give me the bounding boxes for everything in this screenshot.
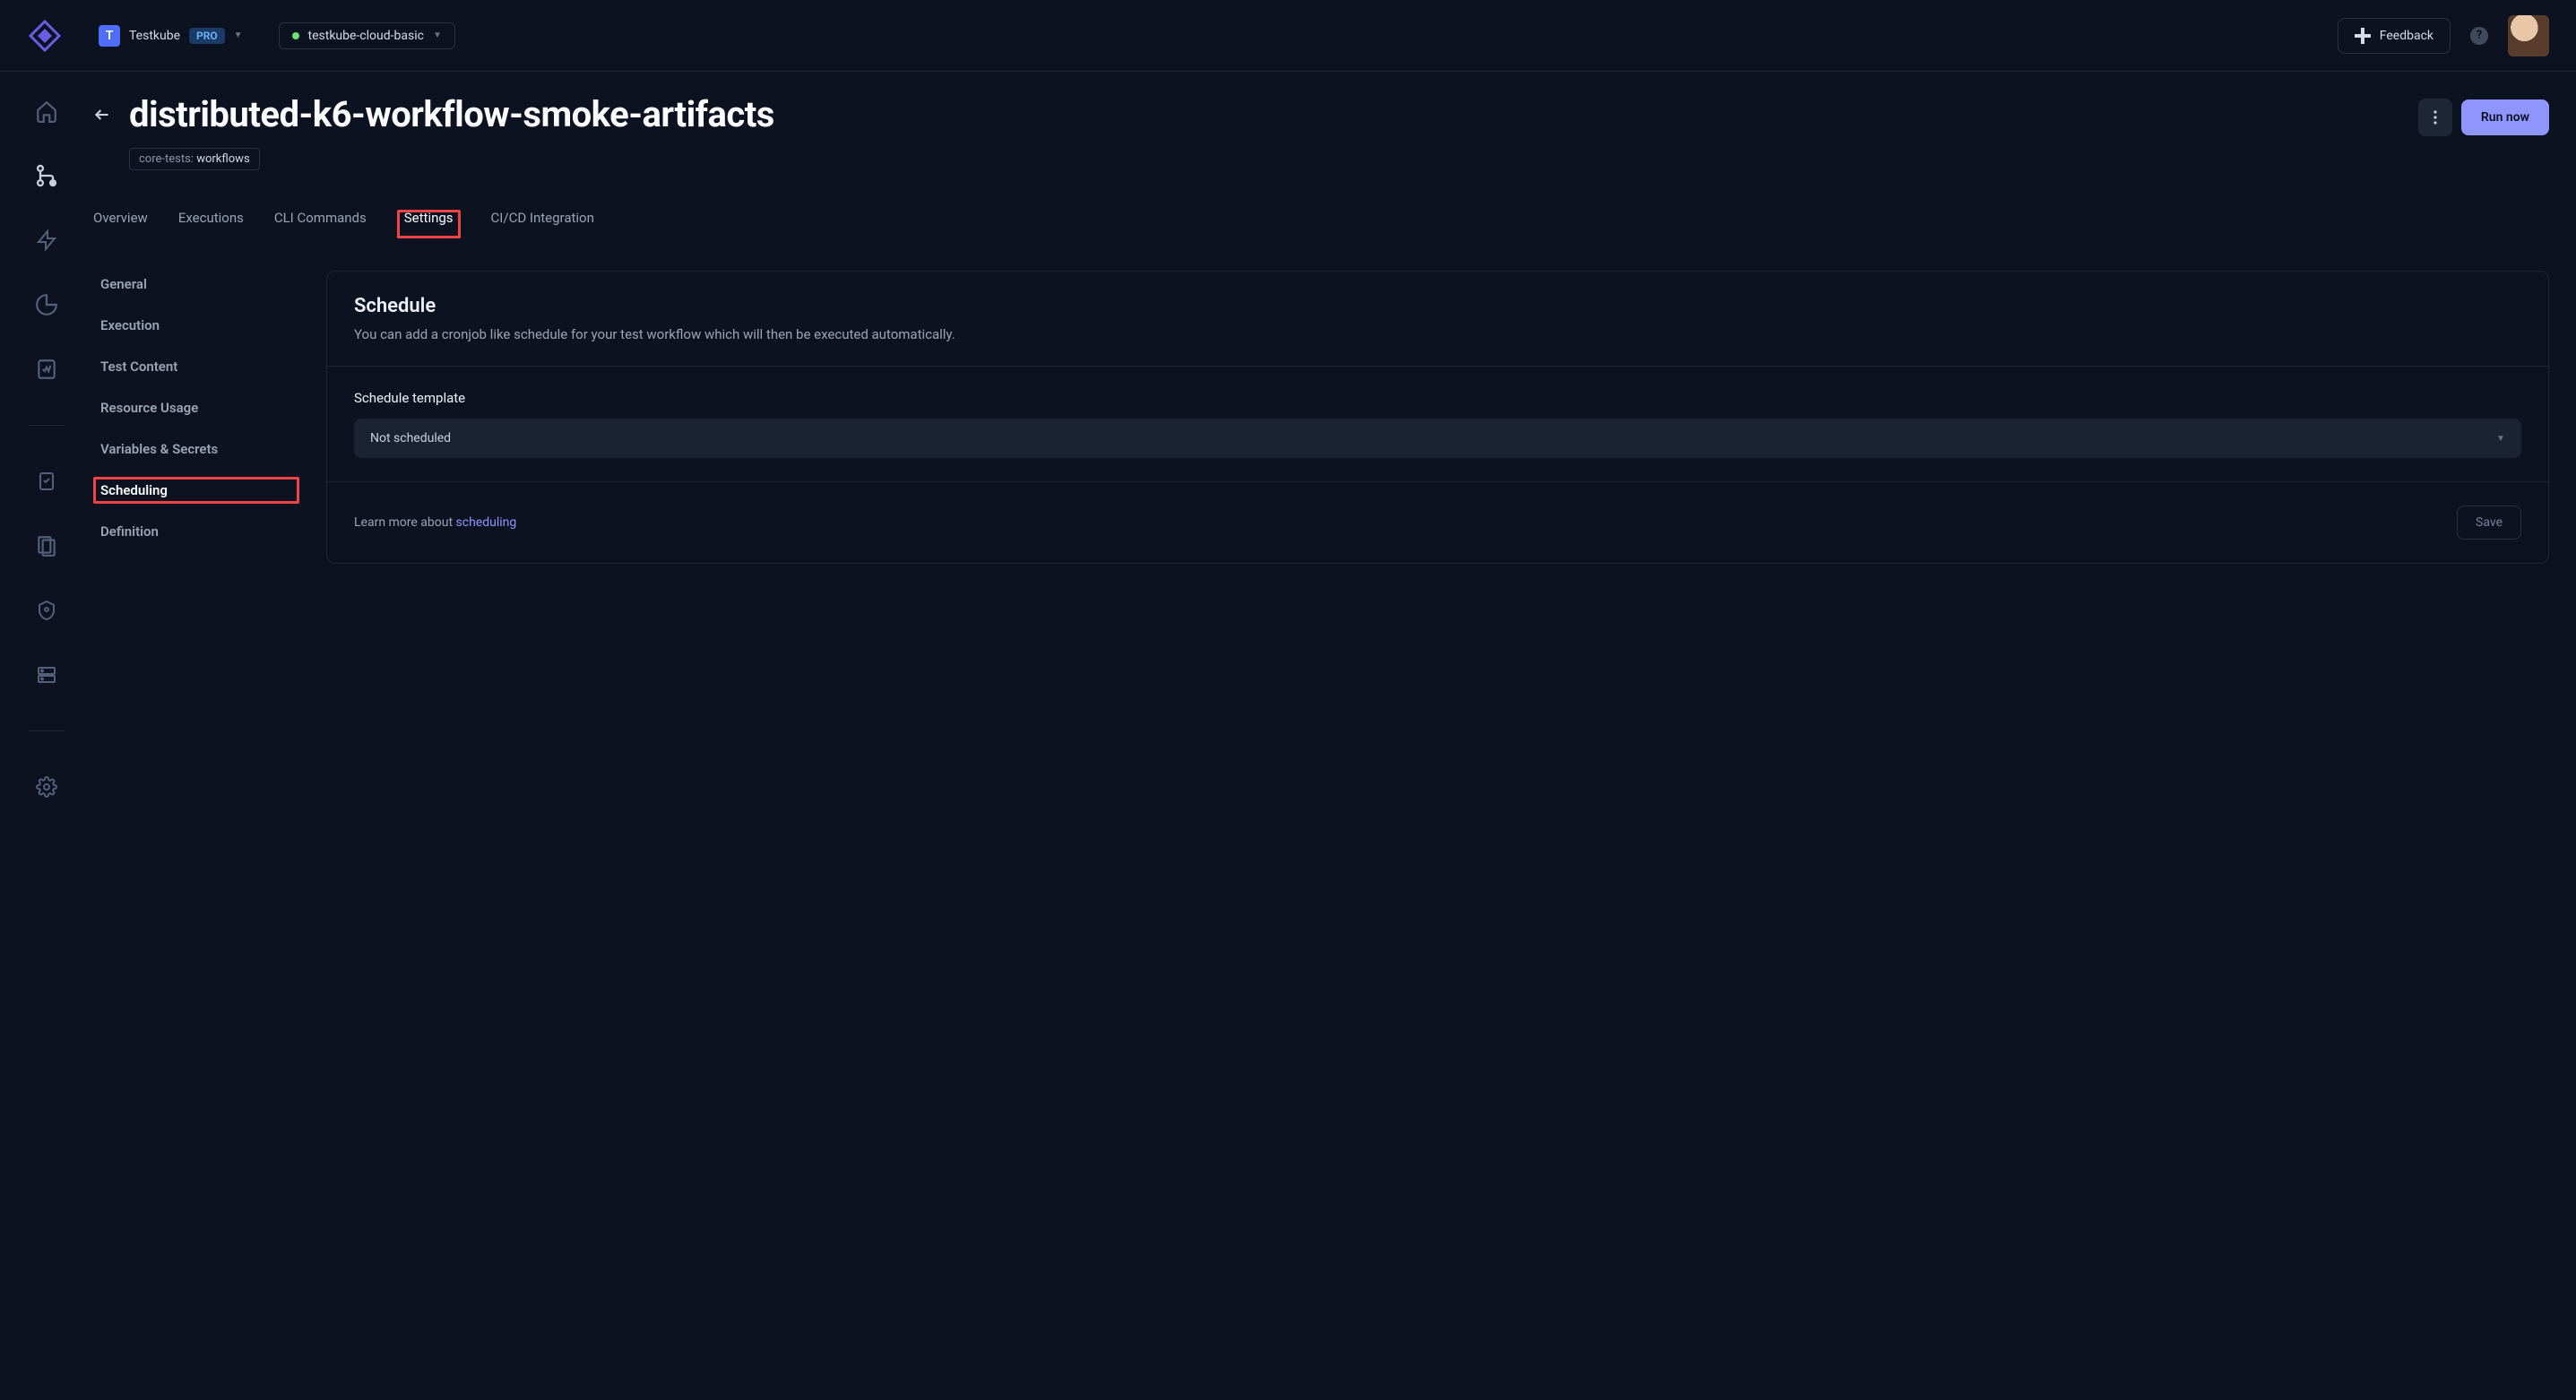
workflows-icon[interactable] <box>34 163 59 188</box>
environment-selector[interactable]: testkube-cloud-basic ▼ <box>279 22 455 49</box>
feedback-label: Feedback <box>2380 29 2433 43</box>
tab-overview[interactable]: Overview <box>93 210 148 238</box>
org-name: Testkube <box>129 29 180 43</box>
settings-nav-resource-usage[interactable]: Resource Usage <box>93 394 299 421</box>
tab-settings[interactable]: Settings <box>397 210 461 238</box>
header-actions: Run now <box>2418 93 2549 136</box>
page-header: distributed-k6-workflow-smoke-artifacts … <box>93 93 2549 170</box>
tabs: Overview Executions CLI Commands Settings CI… <box>93 210 2549 238</box>
page-title: distributed-k6-workflow-smoke-artifacts <box>129 93 2400 135</box>
more-actions-button[interactable] <box>2418 99 2452 136</box>
pro-badge: PRO <box>189 28 225 44</box>
tag-value: workflows <box>196 152 249 166</box>
security-icon[interactable] <box>34 598 59 623</box>
feedback-button[interactable]: Feedback <box>2338 18 2451 54</box>
chevron-down-icon: ▼ <box>433 30 442 40</box>
rail-divider <box>29 425 65 426</box>
settings-nav-general[interactable]: General <box>93 271 299 298</box>
tab-cli-commands[interactable]: CLI Commands <box>274 210 367 238</box>
user-avatar[interactable] <box>2508 15 2549 56</box>
settings-nav: General Execution Test Content Resource Usa… <box>93 271 299 564</box>
checklist-icon[interactable] <box>34 469 59 494</box>
content-row: General Execution Test Content Resource Usa… <box>93 271 2549 564</box>
insights-icon[interactable] <box>34 292 59 317</box>
panel-field-section: Schedule template Not scheduled ▼ <box>327 367 2548 481</box>
triggers-icon[interactable] <box>34 228 59 253</box>
settings-nav-scheduling[interactable]: Scheduling <box>93 477 299 504</box>
left-rail <box>0 72 93 1400</box>
settings-nav-definition[interactable]: Definition <box>93 518 299 545</box>
tab-executions[interactable]: Executions <box>178 210 244 238</box>
org-avatar: T <box>99 25 120 47</box>
tag-key: core-tests: <box>139 152 194 166</box>
topbar-left: T Testkube PRO ▼ testkube-cloud-basic ▼ <box>27 18 455 54</box>
help-button[interactable]: ? <box>2470 27 2488 45</box>
chevron-down-icon: ▼ <box>234 30 243 40</box>
select-value: Not scheduled <box>370 431 451 445</box>
status-dot-icon <box>292 32 299 39</box>
learn-more-text: Learn more about scheduling <box>354 515 516 530</box>
learn-prefix: Learn more about <box>354 515 456 530</box>
ellipsis-vertical-icon <box>2433 110 2437 125</box>
panel-header-section: Schedule You can add a cronjob like sche… <box>327 272 2548 366</box>
schedule-template-label: Schedule template <box>354 390 2521 406</box>
panel-description: You can add a cronjob like schedule for … <box>354 326 2521 342</box>
storage-icon[interactable] <box>34 662 59 687</box>
settings-icon[interactable] <box>34 774 59 799</box>
tag-chip: core-tests: workflows <box>129 148 260 170</box>
slack-icon <box>2355 28 2371 44</box>
settings-nav-execution[interactable]: Execution <box>93 312 299 339</box>
environment-name: testkube-cloud-basic <box>308 29 424 43</box>
save-button[interactable]: Save <box>2457 506 2521 540</box>
title-block: distributed-k6-workflow-smoke-artifacts … <box>129 93 2400 170</box>
panel-title: Schedule <box>354 295 2521 317</box>
org-selector[interactable]: T Testkube PRO ▼ <box>99 25 243 47</box>
home-icon[interactable] <box>34 99 59 124</box>
app-logo[interactable] <box>27 18 63 54</box>
tab-ci-cd-integration[interactable]: CI/CD Integration <box>491 210 594 238</box>
schedule-template-select[interactable]: Not scheduled ▼ <box>354 419 2521 458</box>
layout: distributed-k6-workflow-smoke-artifacts … <box>0 72 2576 1400</box>
scheduling-link[interactable]: scheduling <box>456 515 517 530</box>
back-button[interactable] <box>93 93 111 124</box>
schedule-panel: Schedule You can add a cronjob like sche… <box>326 271 2549 564</box>
docs-icon[interactable] <box>34 533 59 558</box>
settings-nav-test-content[interactable]: Test Content <box>93 353 299 380</box>
topbar: T Testkube PRO ▼ testkube-cloud-basic ▼ … <box>0 0 2576 72</box>
main-content: distributed-k6-workflow-smoke-artifacts … <box>93 72 2576 1400</box>
chevron-down-icon: ▼ <box>2496 434 2505 444</box>
run-now-button[interactable]: Run now <box>2461 99 2549 135</box>
topbar-right: Feedback ? <box>2338 15 2549 56</box>
settings-nav-variables-secrets[interactable]: Variables & Secrets <box>93 436 299 462</box>
panel-footer-section: Learn more about scheduling Save <box>327 482 2548 563</box>
status-icon[interactable] <box>34 357 59 382</box>
rail-divider <box>29 730 65 731</box>
